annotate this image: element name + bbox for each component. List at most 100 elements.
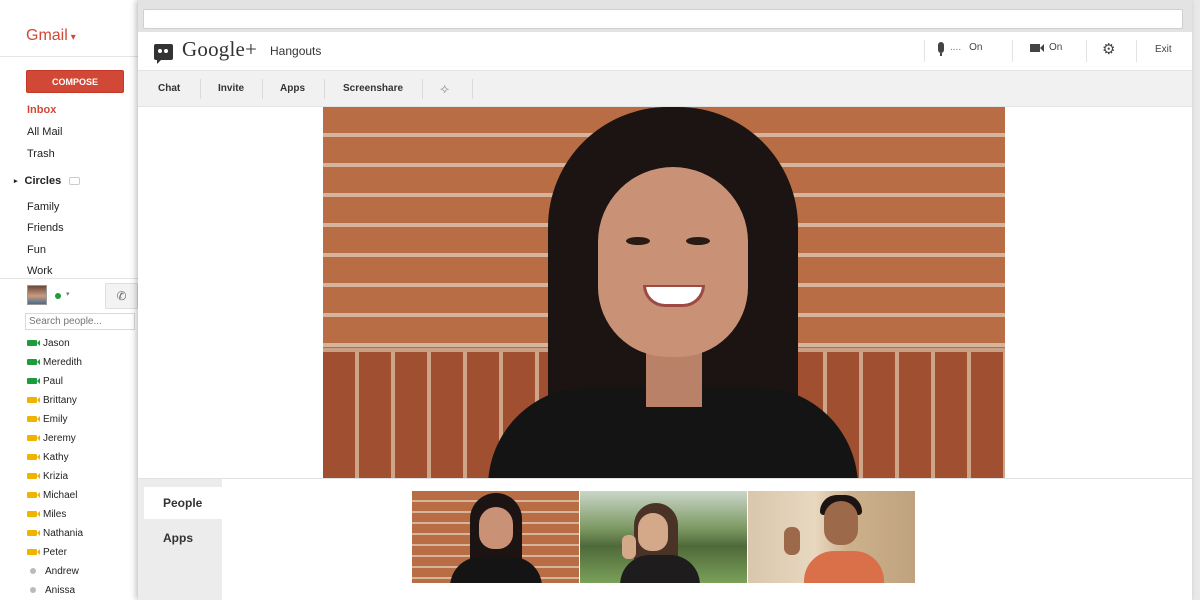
address-bar[interactable] (143, 9, 1183, 29)
contact-name: Brittany (43, 394, 77, 406)
browser-chrome (138, 0, 1192, 32)
contact-name: Jeremy (43, 432, 76, 444)
search-people-input[interactable] (25, 313, 135, 330)
video-status-icon (27, 530, 40, 536)
mic-state: On (969, 42, 983, 53)
contact-item[interactable]: Paul (27, 374, 63, 388)
participant-thumbnail[interactable] (412, 491, 579, 583)
main-video-stage (138, 107, 1192, 478)
video-status-icon (27, 454, 40, 460)
contact-item[interactable]: Jeremy (27, 431, 76, 445)
apps-button[interactable]: Apps (280, 83, 305, 94)
circle-friends[interactable]: Friends (27, 222, 64, 234)
participants-panel: People Apps (138, 478, 1192, 600)
video-status-icon (27, 473, 40, 479)
circle-fun[interactable]: Fun (27, 244, 46, 256)
circle-family[interactable]: Family (27, 201, 59, 213)
camera-toggle[interactable]: On (1030, 42, 1062, 53)
nav-all-mail[interactable]: All Mail (27, 126, 62, 138)
offline-status-icon (30, 587, 36, 593)
tab-people[interactable]: People (144, 487, 222, 519)
video-status-icon (27, 435, 40, 441)
participant-thumbnail[interactable] (748, 491, 915, 583)
call-phone-button[interactable]: ✆ (105, 283, 138, 309)
contact-name: Paul (43, 375, 64, 387)
contact-name: Jason (43, 337, 70, 349)
microphone-toggle[interactable]: .... On (938, 42, 983, 56)
contact-name: Nathania (43, 527, 84, 539)
divider (262, 79, 263, 99)
video-status-icon (27, 378, 40, 384)
avatar[interactable] (27, 285, 47, 305)
waving-hand (784, 527, 800, 555)
divider (200, 79, 201, 99)
divider (324, 79, 325, 99)
nav-trash[interactable]: Trash (27, 148, 55, 160)
contact-name: Emily (43, 413, 68, 425)
contact-item[interactable]: Meredith (27, 355, 82, 369)
video-status-icon (27, 511, 40, 517)
circles-section[interactable]: ▸ Circles (14, 175, 81, 187)
contact-name: Miles (43, 508, 67, 520)
contact-name: Anissa (45, 584, 76, 596)
divider (422, 79, 423, 99)
chevron-down-icon[interactable]: ▾ (66, 290, 70, 298)
invite-button[interactable]: Invite (218, 83, 244, 94)
hangout-toolbar: Chat Invite Apps Screenshare ⟡ (138, 70, 1192, 107)
divider (0, 278, 140, 279)
exit-button[interactable]: Exit (1155, 44, 1172, 55)
google-plus-logo: Google+ (182, 37, 258, 61)
contact-item[interactable]: Brittany (27, 393, 77, 407)
contact-item[interactable]: Andrew (27, 564, 79, 578)
video-status-icon (27, 340, 40, 346)
video-status-icon (27, 416, 40, 422)
contact-item[interactable]: Krizia (27, 469, 68, 483)
divider (472, 79, 473, 99)
participant-thumbnail[interactable] (580, 491, 747, 583)
gmail-sidebar: Gmail ▾ COMPOSE Inbox All Mail Trash ▸ Ci… (0, 0, 140, 600)
divider (1086, 40, 1087, 62)
chat-button[interactable]: Chat (158, 83, 180, 94)
settings-button[interactable]: ⚙ (1102, 40, 1115, 58)
video-status-icon (27, 549, 40, 555)
app-title: Hangouts (270, 44, 322, 58)
speaker-participant (488, 107, 858, 478)
contact-item[interactable]: Peter (27, 545, 67, 559)
gmail-menu[interactable]: Gmail ▾ (26, 27, 76, 45)
contact-name: Meredith (43, 356, 82, 368)
video-status-icon (27, 359, 40, 365)
video-camera-icon (1030, 43, 1044, 52)
circles-chat-icon (69, 177, 81, 185)
contact-item[interactable]: Michael (27, 488, 77, 502)
hangouts-icon (154, 44, 173, 64)
main-video-feed[interactable] (323, 107, 1005, 478)
contact-item[interactable]: Miles (27, 507, 66, 521)
expand-triangle-icon: ▸ (14, 178, 18, 185)
nav-inbox[interactable]: Inbox (27, 104, 56, 116)
phone-icon: ✆ (116, 289, 127, 303)
mic-level-indicator: .... (950, 42, 962, 53)
gear-icon: ⚙ (1102, 41, 1116, 58)
contact-name: Kathy (43, 451, 69, 463)
contact-name: Peter (43, 546, 67, 558)
tab-apps[interactable]: Apps (144, 527, 222, 559)
contact-item[interactable]: Anissa (27, 583, 75, 597)
video-status-icon (27, 397, 40, 403)
hangout-window: Google+ Hangouts .... On On ⚙ Exit Chat … (138, 0, 1192, 600)
contact-item[interactable]: Nathania (27, 526, 83, 540)
chevron-down-icon: ▾ (70, 32, 76, 43)
compose-button[interactable]: COMPOSE (26, 70, 124, 93)
circle-work[interactable]: Work (27, 265, 52, 277)
online-status-icon[interactable] (55, 293, 61, 299)
screenshare-button[interactable]: Screenshare (343, 83, 403, 94)
contact-item[interactable]: Kathy (27, 450, 69, 464)
contact-name: Michael (43, 489, 78, 501)
divider (0, 56, 140, 57)
effects-icon: ⟡ (440, 80, 450, 96)
contact-item[interactable]: Emily (27, 412, 67, 426)
contact-item[interactable]: Jason (27, 336, 70, 350)
contact-name: Krizia (43, 470, 69, 482)
effects-button[interactable]: ⟡ (440, 80, 449, 97)
camera-state: On (1049, 42, 1063, 53)
hangout-header: Google+ Hangouts .... On On ⚙ Exit (138, 32, 1192, 70)
